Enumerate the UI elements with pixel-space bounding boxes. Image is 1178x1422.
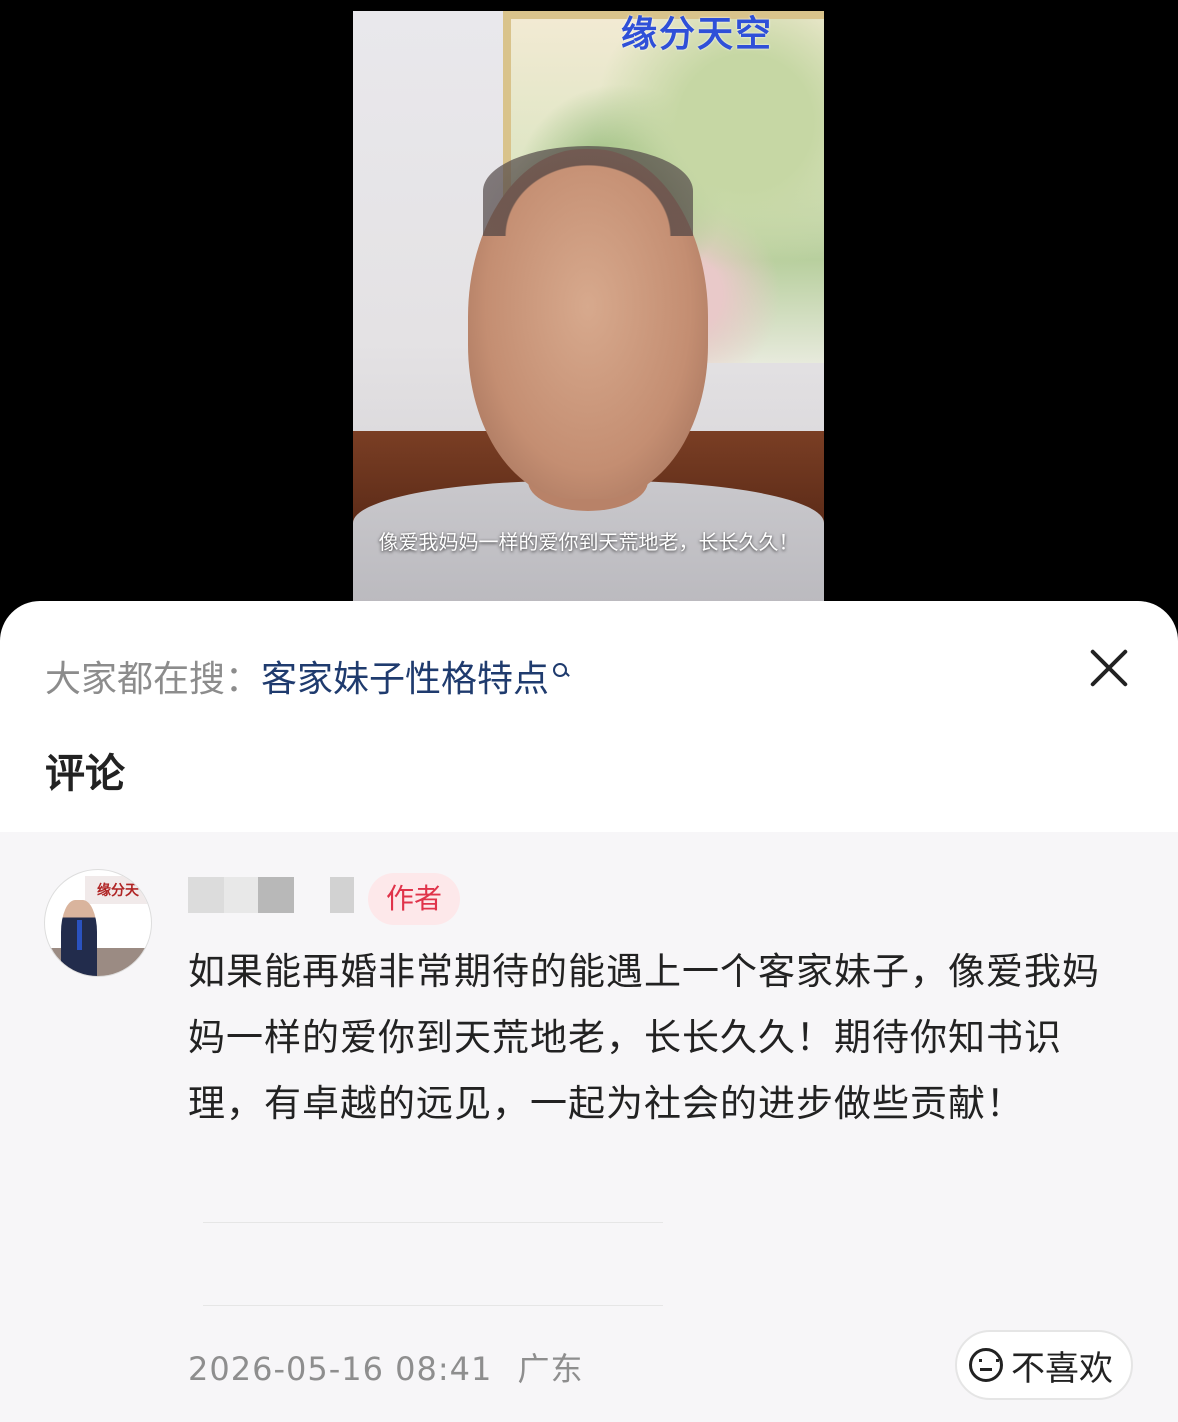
search-icon[interactable] [552, 661, 570, 691]
comment-location: 广东 [517, 1350, 584, 1388]
video-logo: 缘分天空 [621, 14, 774, 55]
search-suggestion[interactable]: 大家都在搜： 客家妹子性格特点 [45, 651, 570, 701]
comment-meta: 2026-05-16 08:41 广东 [188, 1344, 584, 1390]
username-blurred[interactable] [188, 877, 224, 913]
divider [203, 1222, 663, 1223]
comment-date: 2026-05-16 08:41 [188, 1350, 493, 1388]
close-icon[interactable] [1082, 641, 1136, 695]
author-badge: 作者 [368, 873, 461, 925]
comment-text[interactable]: 如果能再婚非常期待的能遇上一个客家妹子，像爱我妈妈一样的爱你到天荒地老，长长久久… [188, 939, 1118, 1137]
username-blurred[interactable] [258, 877, 294, 913]
video-frame[interactable]: 缘分天空 像爱我妈妈一样的爱你到天荒地老，长长久久！ [353, 11, 824, 611]
avatar[interactable]: 缘分天 [44, 869, 152, 977]
frown-face-icon [969, 1348, 1003, 1382]
username-blurred[interactable] [330, 877, 354, 913]
search-suggestion-term[interactable]: 客家妹子性格特点 [261, 650, 549, 702]
username-blurred[interactable] [224, 877, 258, 913]
comment-sheet: 大家都在搜： 客家妹子性格特点 评论 缘分天 作者 如果能再婚非常期待的能遇上一… [0, 601, 1178, 1422]
person-hair [483, 146, 693, 236]
video-caption: 像爱我妈妈一样的爱你到天荒地老，长长久久！ [378, 530, 799, 554]
comment-item: 缘分天 作者 如果能再婚非常期待的能遇上一个客家妹子，像爱我妈妈一样的爱你到天荒… [0, 832, 1178, 1422]
search-suggestion-prefix: 大家都在搜： [45, 659, 262, 700]
divider [203, 1305, 663, 1306]
dislike-button[interactable]: 不喜欢 [955, 1330, 1133, 1400]
section-title: 评论 [45, 751, 125, 797]
avatar-banner: 缘分天 [85, 876, 151, 904]
dislike-label: 不喜欢 [1011, 1348, 1113, 1389]
